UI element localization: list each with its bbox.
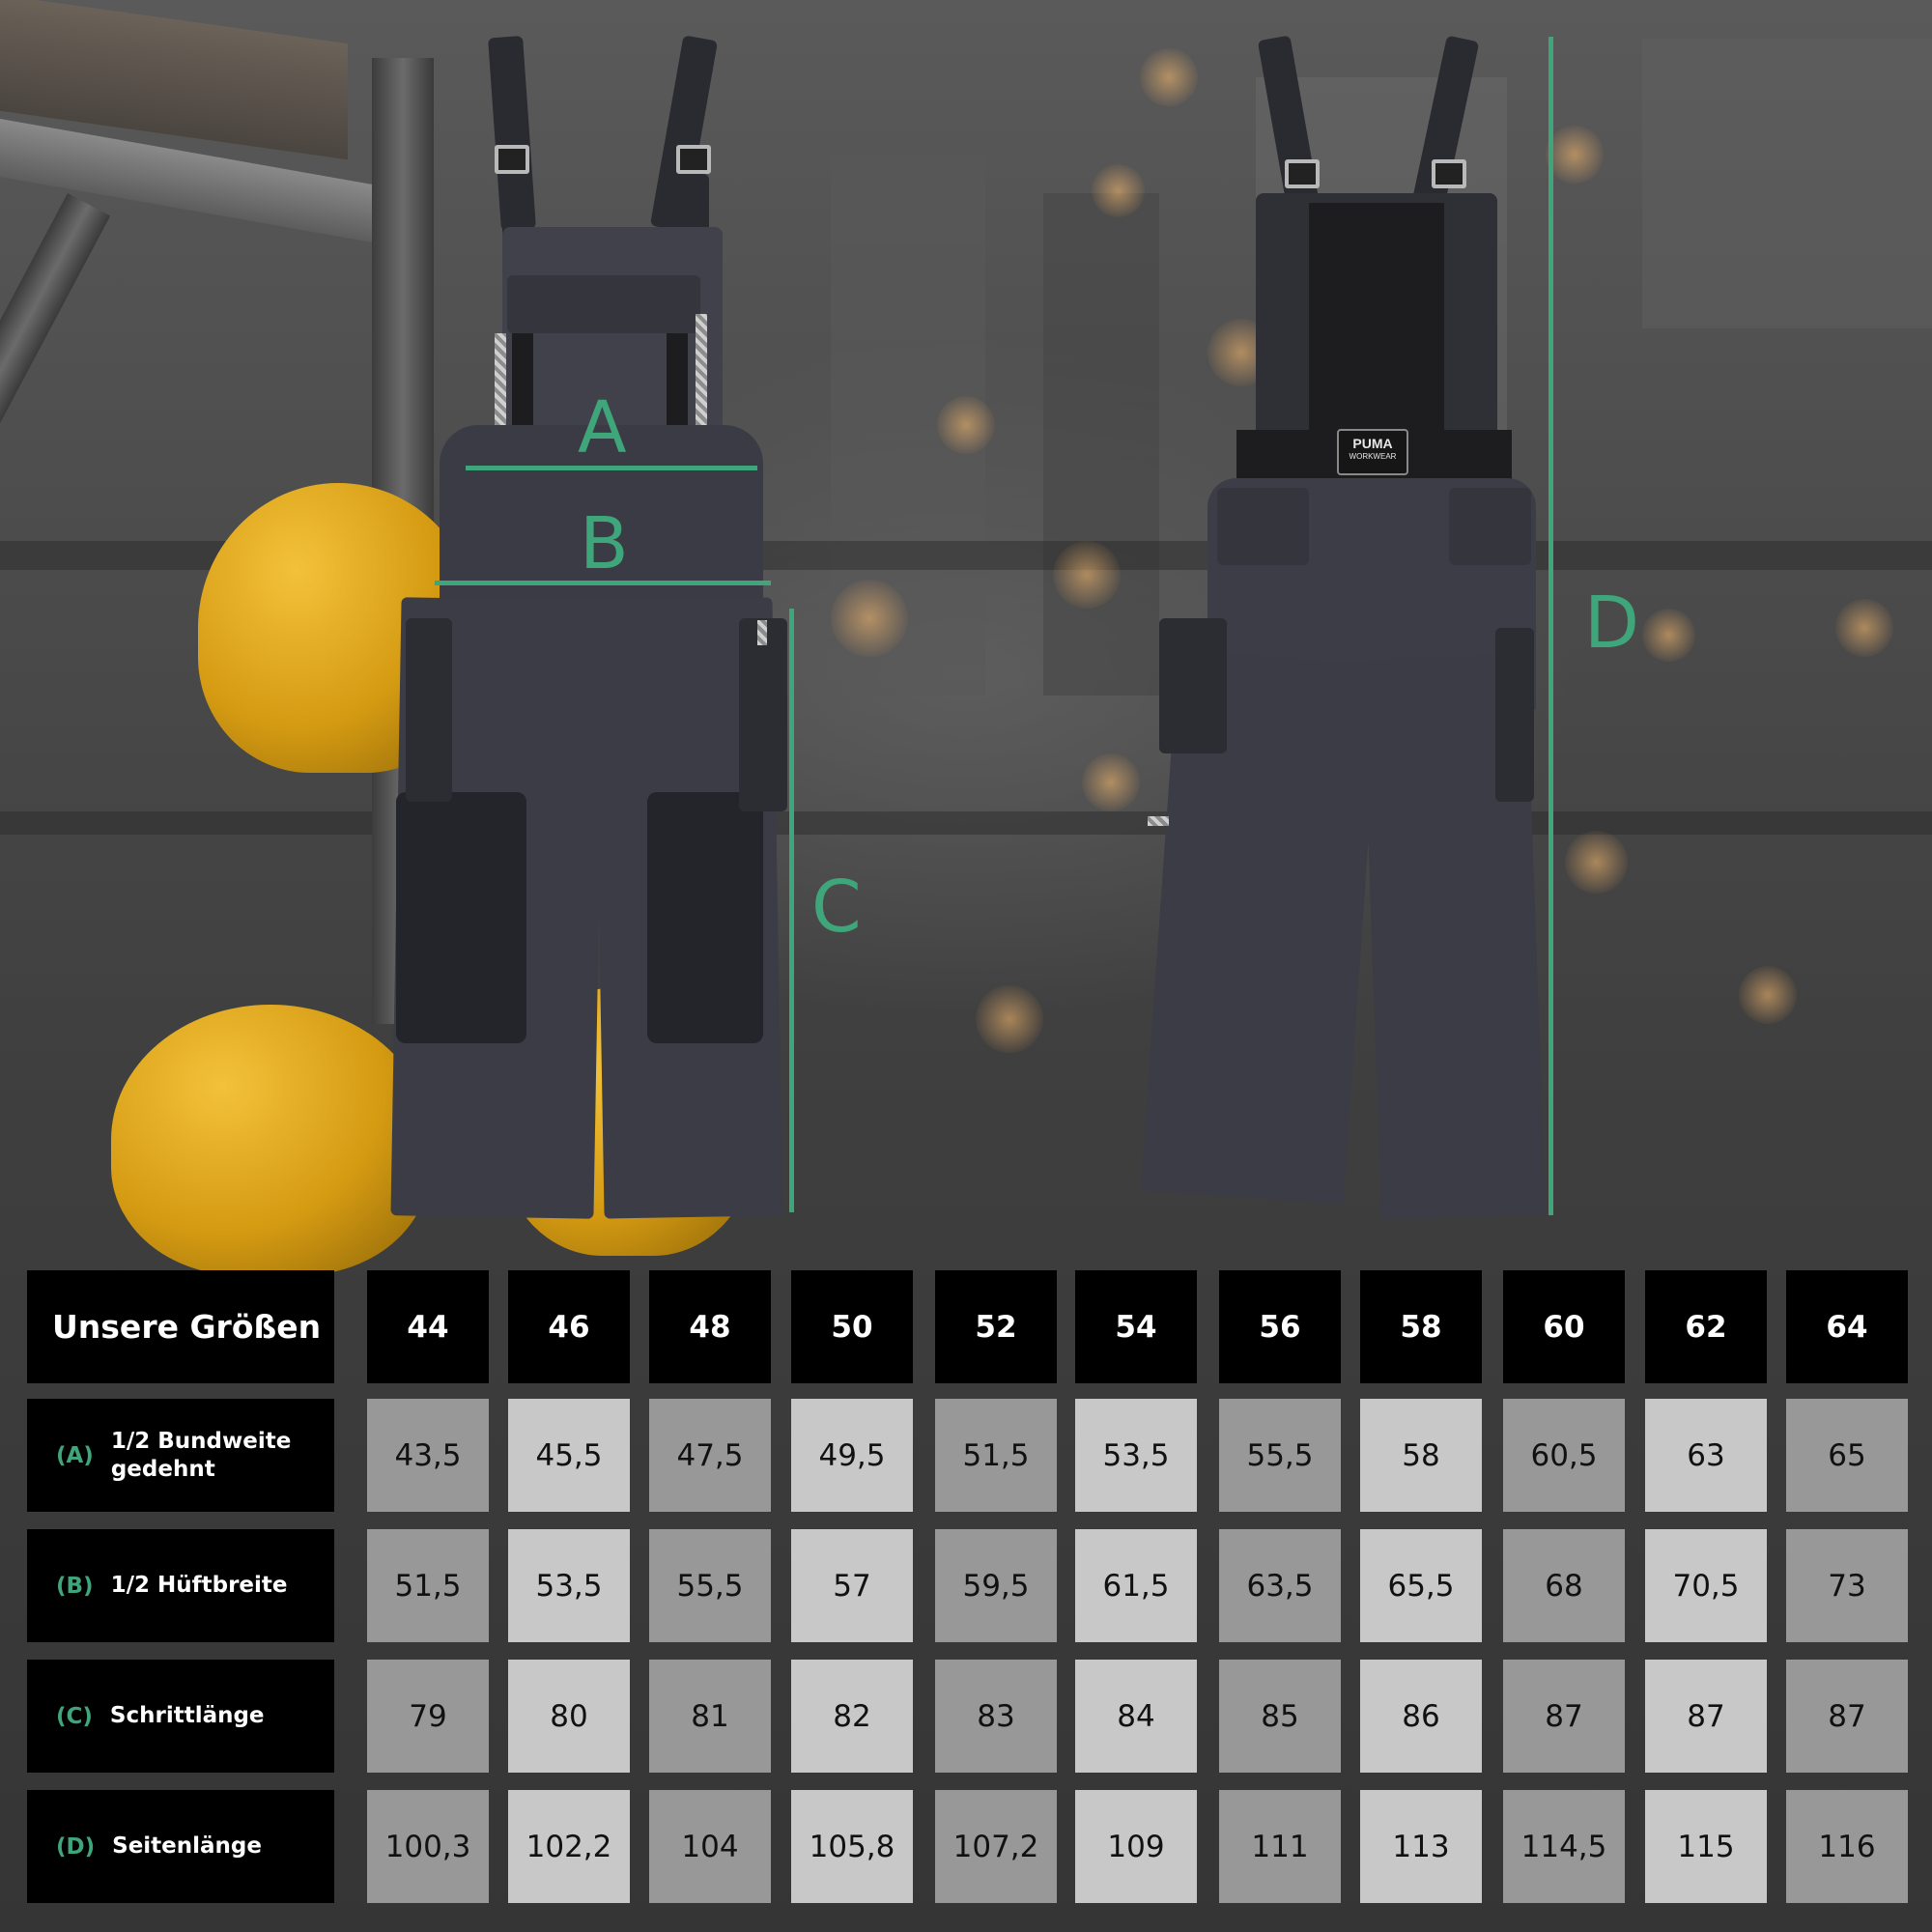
table-cell: 80 bbox=[508, 1660, 630, 1773]
row-label-3: (C) Schrittlänge bbox=[27, 1660, 334, 1773]
row-label-text: Schrittlänge bbox=[109, 1703, 265, 1728]
table-cell: 104 bbox=[649, 1790, 771, 1903]
table-cell: 61,5 bbox=[1075, 1529, 1197, 1642]
measure-label-c: C bbox=[811, 866, 862, 949]
row-letter: (C) bbox=[56, 1703, 93, 1729]
table-cell: 84 bbox=[1075, 1660, 1197, 1773]
size-header-54: 54 bbox=[1075, 1270, 1197, 1383]
size-header-50: 50 bbox=[791, 1270, 913, 1383]
table-cell: 113 bbox=[1360, 1790, 1482, 1903]
table-cell: 87 bbox=[1645, 1660, 1767, 1773]
table-cell: 116 bbox=[1786, 1790, 1908, 1903]
table-cell: 51,5 bbox=[367, 1529, 489, 1642]
table-cell: 65,5 bbox=[1360, 1529, 1482, 1642]
measure-line-d bbox=[1548, 37, 1553, 1215]
table-cell: 70,5 bbox=[1645, 1529, 1767, 1642]
row-letter: (D) bbox=[56, 1833, 96, 1860]
table-cell: 83 bbox=[935, 1660, 1057, 1773]
table-cell: 59,5 bbox=[935, 1529, 1057, 1642]
table-cell: 55,5 bbox=[649, 1529, 771, 1642]
table-cell: 63,5 bbox=[1219, 1529, 1341, 1642]
size-header-48: 48 bbox=[649, 1270, 771, 1383]
size-header-56: 56 bbox=[1219, 1270, 1341, 1383]
table-cell: 114,5 bbox=[1503, 1790, 1625, 1903]
puma-logo: PUMA WORKWEAR bbox=[1337, 429, 1408, 475]
table-cell: 55,5 bbox=[1219, 1399, 1341, 1512]
table-cell: 79 bbox=[367, 1660, 489, 1773]
table-cell: 45,5 bbox=[508, 1399, 630, 1512]
measure-label-a: A bbox=[578, 386, 627, 469]
table-cell: 58 bbox=[1360, 1399, 1482, 1512]
table-cell: 105,8 bbox=[791, 1790, 913, 1903]
size-header-46: 46 bbox=[508, 1270, 630, 1383]
size-header-64: 64 bbox=[1786, 1270, 1908, 1383]
table-cell: 102,2 bbox=[508, 1790, 630, 1903]
table-cell: 87 bbox=[1503, 1660, 1625, 1773]
row-label-2: (B) 1/2 Hüftbreite bbox=[27, 1529, 334, 1642]
table-cell: 43,5 bbox=[367, 1399, 489, 1512]
table-cell: 60,5 bbox=[1503, 1399, 1625, 1512]
table-cell: 53,5 bbox=[508, 1529, 630, 1642]
table-cell: 63 bbox=[1645, 1399, 1767, 1512]
table-cell: 82 bbox=[791, 1660, 913, 1773]
row-label-1: (A) 1/2 Bundweite gedehnt bbox=[27, 1399, 334, 1512]
row-letter: (A) bbox=[56, 1442, 94, 1468]
size-header-52: 52 bbox=[935, 1270, 1057, 1383]
table-cell: 51,5 bbox=[935, 1399, 1057, 1512]
measure-line-c bbox=[789, 609, 794, 1212]
table-cell: 65 bbox=[1786, 1399, 1908, 1512]
row-label-4: (D) Seitenlänge bbox=[27, 1790, 334, 1903]
background-construction-scene bbox=[0, 0, 1932, 1932]
row-letter: (B) bbox=[56, 1573, 94, 1599]
size-header-44: 44 bbox=[367, 1270, 489, 1383]
size-table-title: Unsere Größen bbox=[27, 1270, 334, 1383]
row-label-text: 1/2 Hüftbreite bbox=[110, 1573, 288, 1598]
table-cell: 68 bbox=[1503, 1529, 1625, 1642]
size-header-62: 62 bbox=[1645, 1270, 1767, 1383]
measure-label-d: D bbox=[1584, 582, 1639, 665]
table-cell: 86 bbox=[1360, 1660, 1482, 1773]
table-cell: 57 bbox=[791, 1529, 913, 1642]
row-label-text: Seitenlänge bbox=[112, 1833, 262, 1859]
table-cell: 81 bbox=[649, 1660, 771, 1773]
size-header-60: 60 bbox=[1503, 1270, 1625, 1383]
table-cell: 115 bbox=[1645, 1790, 1767, 1903]
size-header-58: 58 bbox=[1360, 1270, 1482, 1383]
table-cell: 111 bbox=[1219, 1790, 1341, 1903]
table-cell: 107,2 bbox=[935, 1790, 1057, 1903]
table-cell: 49,5 bbox=[791, 1399, 913, 1512]
table-cell: 53,5 bbox=[1075, 1399, 1197, 1512]
table-cell: 47,5 bbox=[649, 1399, 771, 1512]
table-cell: 73 bbox=[1786, 1529, 1908, 1642]
row-label-text: 1/2 Bundweite gedehnt bbox=[110, 1428, 292, 1482]
table-cell: 100,3 bbox=[367, 1790, 489, 1903]
table-cell: 87 bbox=[1786, 1660, 1908, 1773]
measure-label-b: B bbox=[580, 502, 629, 585]
table-cell: 109 bbox=[1075, 1790, 1197, 1903]
table-cell: 85 bbox=[1219, 1660, 1341, 1773]
